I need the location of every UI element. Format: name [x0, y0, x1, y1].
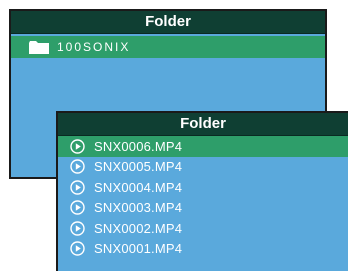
file-item-snx0004[interactable]: SNX0004.MP4 — [58, 177, 348, 198]
file-label: SNX0001.MP4 — [94, 241, 183, 257]
panel-title: Folder — [58, 113, 348, 136]
play-icon — [70, 139, 85, 154]
file-item-snx0006[interactable]: SNX0006.MP4 — [58, 136, 348, 157]
file-item-snx0002[interactable]: SNX0002.MP4 — [58, 218, 348, 239]
file-label: SNX0004.MP4 — [94, 179, 183, 195]
file-label: SNX0002.MP4 — [94, 220, 183, 236]
play-icon — [70, 241, 85, 256]
file-label: SNX0003.MP4 — [94, 200, 183, 216]
file-label: SNX0006.MP4 — [94, 138, 183, 154]
file-label: SNX0005.MP4 — [94, 159, 183, 175]
file-browser-panel: Folder SNX0006.MP4 SNX0005.MP4 SNX0004.M… — [56, 111, 348, 271]
panel-title: Folder — [11, 11, 325, 34]
file-item-snx0005[interactable]: SNX0005.MP4 — [58, 157, 348, 178]
play-icon — [70, 159, 85, 174]
play-icon — [70, 221, 85, 236]
folder-icon — [29, 41, 49, 54]
play-icon — [70, 200, 85, 215]
folder-item-100sonix[interactable]: 100SONIX — [11, 36, 325, 58]
folder-label: 100SONIX — [57, 40, 131, 54]
file-item-snx0003[interactable]: SNX0003.MP4 — [58, 198, 348, 219]
play-icon — [70, 180, 85, 195]
file-item-snx0001[interactable]: SNX0001.MP4 — [58, 239, 348, 260]
